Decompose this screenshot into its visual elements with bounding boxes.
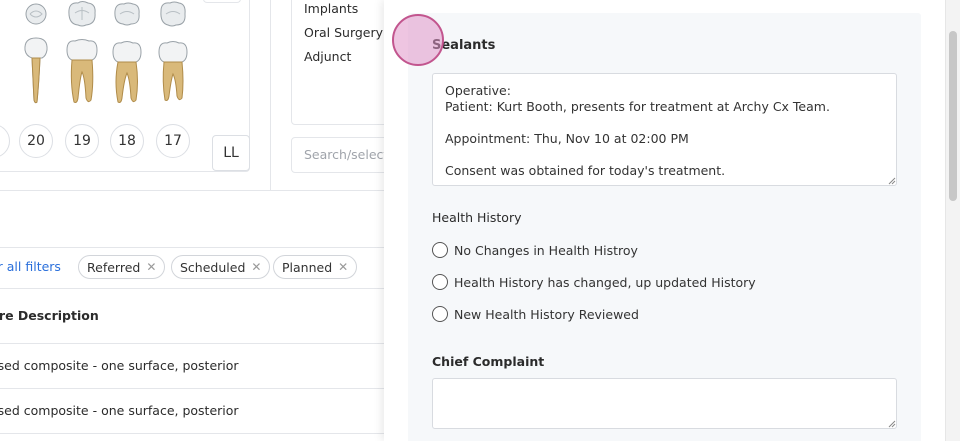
column-header-description[interactable]: ure Description [0,308,99,323]
chart-card-tab [203,0,241,3]
resize-handle-icon[interactable] [888,177,896,185]
category-adjunct[interactable]: Adjunct [304,49,351,64]
resize-handle-icon[interactable] [888,420,896,428]
clinical-notes-textarea[interactable]: Operative: Patient: Kurt Booth, presents… [432,73,897,186]
chip-label: Planned [282,259,333,275]
chip-label: Referred [87,259,141,275]
tooth-occlusal-icon[interactable] [158,0,188,28]
procedure-note-panel: Sealants Operative: Patient: Kurt Booth,… [384,0,960,441]
tooth-molar-icon[interactable] [110,40,144,106]
close-icon[interactable]: ✕ [251,260,261,274]
tooth-occlusal-icon[interactable] [112,1,142,27]
filter-chip-scheduled[interactable]: Scheduled ✕ [171,255,271,279]
table-header-border [0,343,384,344]
radio-label: New Health History Reviewed [454,306,639,322]
filter-chip-planned[interactable]: Planned ✕ [273,255,358,279]
treatment-page-background: 20 19 18 17 LL Implants Oral Surgery Adj… [0,0,384,441]
chief-complaint-textarea[interactable] [432,378,897,429]
radio-new-history-reviewed[interactable]: New Health History Reviewed [432,306,639,322]
scrollbar-thumb[interactable] [949,31,957,201]
category-implants[interactable]: Implants [304,1,358,16]
tooth-number-19[interactable]: 19 [65,124,99,158]
category-oral-surgery[interactable]: Oral Surgery [304,25,383,40]
table-row[interactable]: ased composite - one surface, posterior [0,358,239,373]
table-row-border [0,433,384,434]
column-divider [270,0,271,190]
table-row-border [0,388,384,389]
tooth-molar-icon[interactable] [156,40,190,106]
panel-scrollbar[interactable] [945,0,960,441]
filter-bar-top-border [0,247,384,248]
tooth-occlusal-icon[interactable] [66,0,98,28]
tooth-occlusal-icon[interactable] [24,2,48,26]
close-icon[interactable]: ✕ [338,260,348,274]
section-divider [0,190,384,191]
procedure-search-input[interactable]: Search/select p [291,137,384,173]
radio-label: No Changes in Health Histroy [454,242,638,258]
radio-button[interactable] [432,274,448,290]
filter-chip-referred[interactable]: Referred ✕ [78,255,166,279]
close-icon[interactable]: ✕ [146,260,156,274]
radio-button[interactable] [432,306,448,322]
tooth-molar-icon[interactable] [64,38,100,106]
health-history-label: Health History [432,210,522,225]
tooth-number-17[interactable]: 17 [156,124,190,158]
quadrant-ll-button[interactable]: LL [212,135,250,171]
note-form-card: Sealants Operative: Patient: Kurt Booth,… [408,13,921,441]
radio-no-changes[interactable]: No Changes in Health Histroy [432,242,638,258]
clear-all-filters-link[interactable]: ar all filters [0,259,61,274]
chief-complaint-label: Chief Complaint [432,354,545,369]
radio-label: Health History has changed, up updated H… [454,274,756,290]
tooth-number-18[interactable]: 18 [110,124,144,158]
tooth-number-20[interactable]: 20 [19,124,53,158]
radio-history-changed[interactable]: Health History has changed, up updated H… [432,274,756,290]
table-top-border [0,288,384,289]
table-row[interactable]: ased composite - one surface, posterior [0,403,239,418]
click-indicator [392,14,444,66]
radio-button[interactable] [432,242,448,258]
chip-label: Scheduled [180,259,246,275]
tooth-premolar-icon[interactable] [20,36,52,106]
